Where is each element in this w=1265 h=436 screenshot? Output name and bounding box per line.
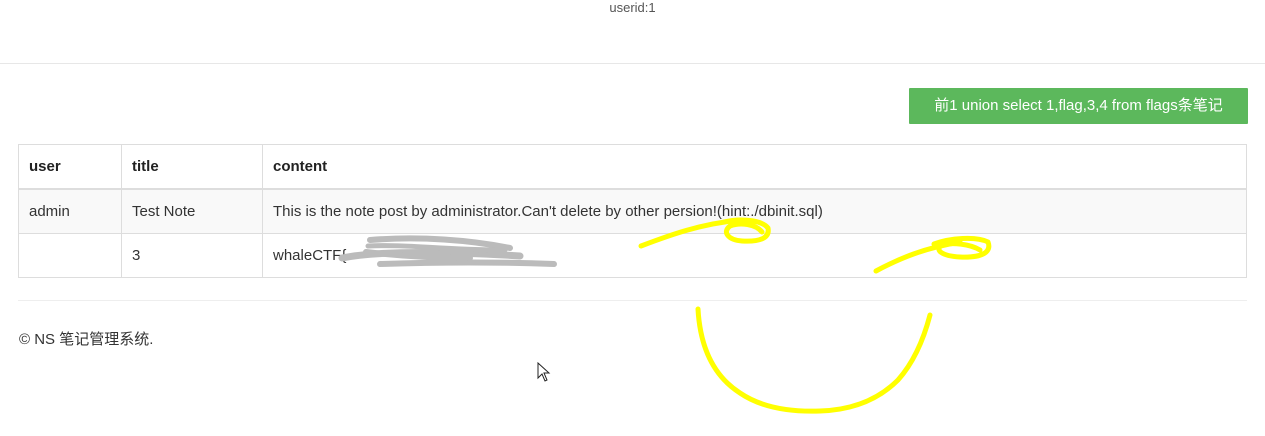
top-bar: userid:1 [0, 0, 1265, 64]
notes-table: user title content admin Test Note This … [18, 144, 1247, 278]
cell-user [18, 233, 122, 278]
cell-title: 3 [121, 233, 263, 278]
footer-copyright: © NS 笔记管理系统. [19, 331, 154, 348]
column-header-title: title [121, 144, 263, 190]
table-row: 3 whaleCTF{ [18, 233, 1247, 278]
footer-divider [18, 300, 1247, 301]
page: userid:1 前1 union select 1,flag,3,4 from… [0, 0, 1265, 436]
userid-label: userid:1 [609, 0, 656, 15]
table-header-row: user title content [18, 144, 1247, 190]
column-header-user: user [18, 144, 122, 190]
notes-count-button[interactable]: 前1 union select 1,flag,3,4 from flags条笔记 [909, 88, 1248, 124]
column-header-content: content [262, 144, 1247, 190]
cell-content: This is the note post by administrator.C… [262, 188, 1247, 234]
cell-user: admin [18, 188, 122, 234]
cell-title: Test Note [121, 188, 263, 234]
cell-content: whaleCTF{ [262, 233, 1247, 278]
table-row: admin Test Note This is the note post by… [18, 188, 1247, 234]
mouse-pointer-icon [537, 362, 551, 382]
